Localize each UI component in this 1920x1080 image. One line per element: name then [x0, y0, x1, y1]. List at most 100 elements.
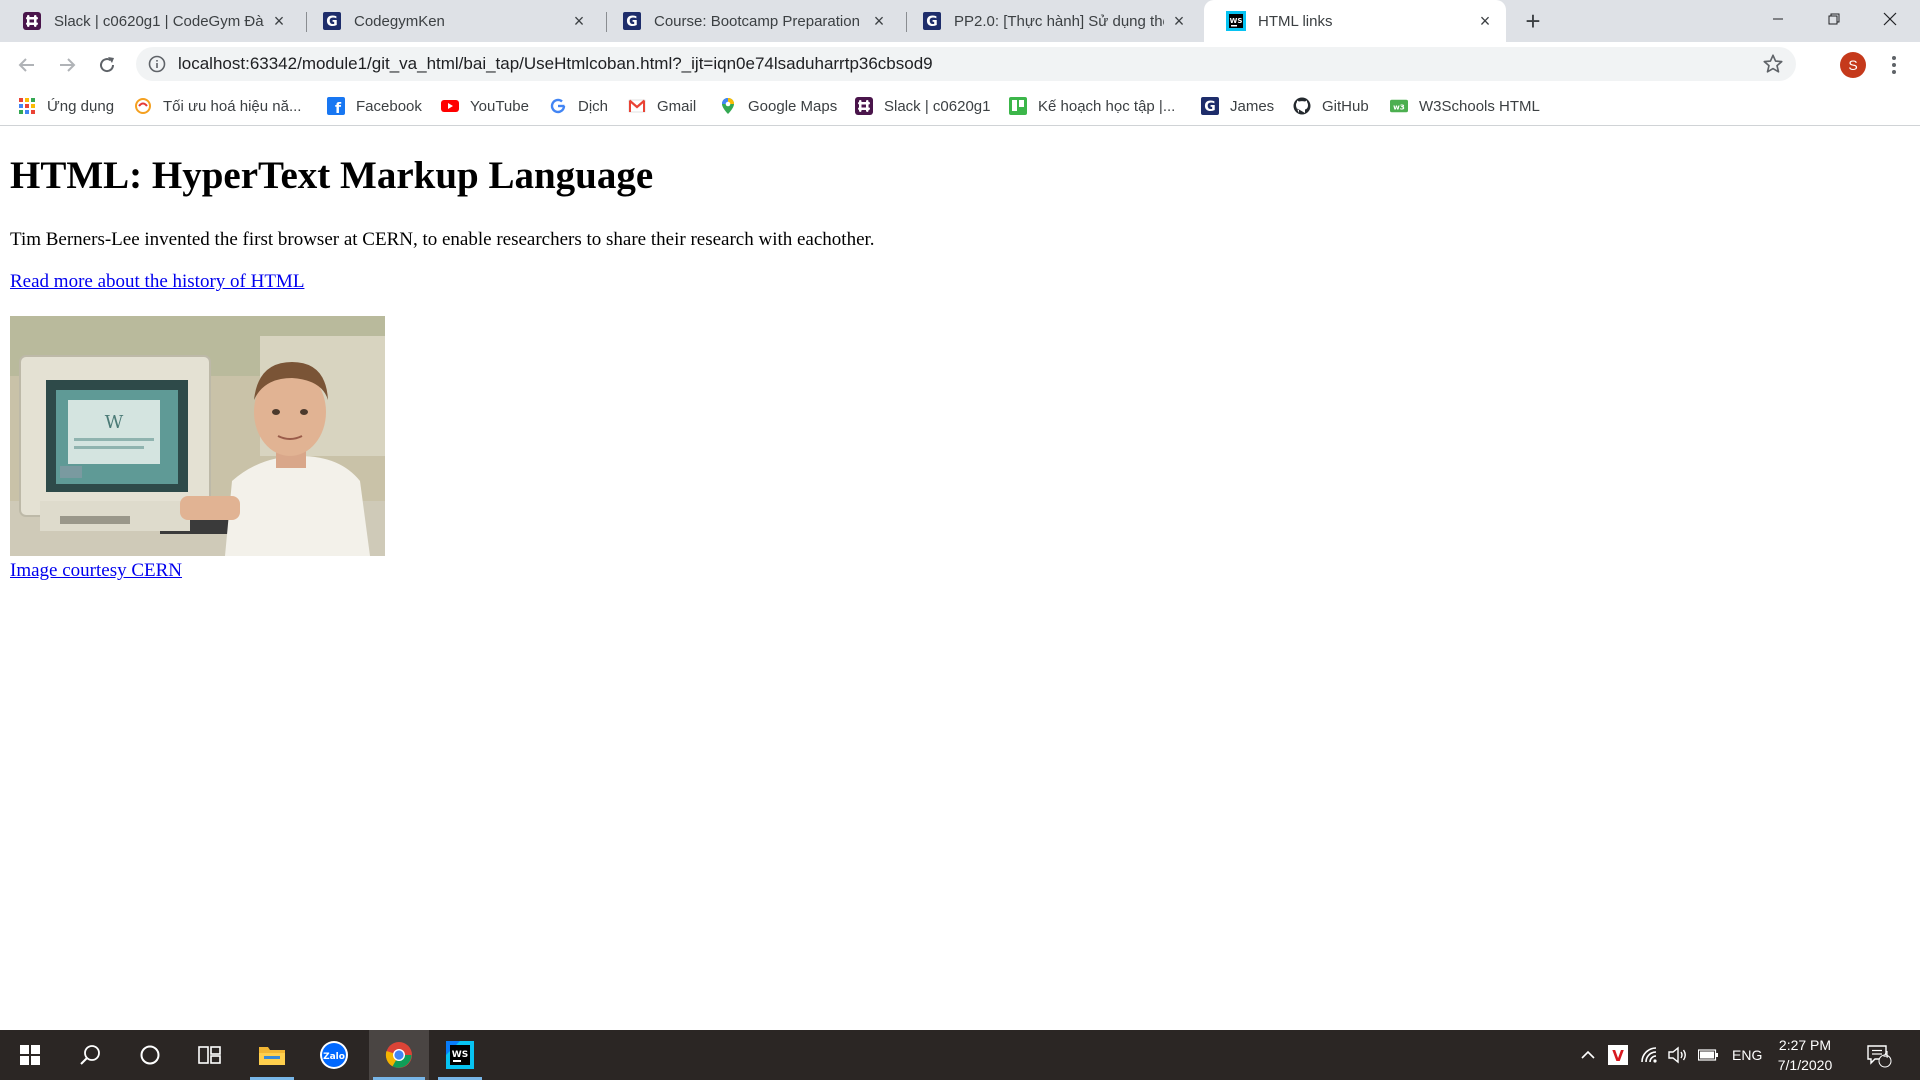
bookmark-icon — [134, 97, 152, 115]
bookmark-gmail[interactable]: Gmail — [628, 94, 696, 118]
close-icon[interactable]: × — [1476, 12, 1494, 30]
chevron-up-icon — [1581, 1050, 1595, 1059]
google-icon — [549, 97, 567, 115]
bookmark-label: Tối ưu hoá hiệu nă... — [163, 97, 302, 115]
address-bar[interactable]: localhost:63342/module1/git_va_html/bai_… — [136, 47, 1796, 81]
url-text[interactable]: localhost:63342/module1/git_va_html/bai_… — [178, 47, 933, 81]
page-heading: HTML: HyperText Markup Language — [10, 154, 654, 197]
facebook-icon: f — [327, 97, 345, 115]
forward-arrow-icon — [60, 58, 76, 72]
profile-avatar[interactable]: S — [1840, 52, 1866, 78]
tab-strip: Slack | c0620g1 | CodeGym Đà N × G Codeg… — [0, 0, 1920, 42]
bookmark-w3schools[interactable]: w3 W3Schools HTML — [1390, 94, 1540, 118]
svg-text:WS: WS — [452, 1050, 468, 1060]
system-clock[interactable]: 2:27 PM 7/1/2020 — [1770, 1035, 1840, 1075]
wifi-icon[interactable] — [1640, 1030, 1660, 1080]
close-icon[interactable]: × — [870, 12, 888, 30]
search-icon[interactable] — [62, 1030, 118, 1080]
svg-text:G: G — [926, 14, 938, 30]
tab-pp2[interactable]: G PP2.0: [Thực hành] Sử dụng thẻ H × — [900, 0, 1200, 42]
notification-count: 4 — [1883, 1050, 1889, 1061]
bookmark-label: GitHub — [1322, 97, 1369, 115]
close-icon — [1883, 12, 1897, 26]
bookmark-ke-hoach[interactable]: Kế hoạch học tập |... — [1009, 94, 1175, 118]
tab-course[interactable]: G Course: Bootcamp Preparation 2 × — [600, 0, 900, 42]
history-link[interactable]: Read more about the history of HTML — [10, 271, 304, 293]
close-icon[interactable]: × — [270, 12, 288, 30]
tab-title: Slack | c0620g1 | CodeGym Đà N — [54, 12, 264, 30]
battery-icon[interactable] — [1698, 1030, 1718, 1080]
bookmark-james[interactable]: G James — [1201, 94, 1274, 118]
minimize-button[interactable] — [1750, 0, 1806, 38]
bookmark-github[interactable]: GitHub — [1293, 94, 1369, 118]
svg-text:WS: WS — [1230, 17, 1243, 25]
clock-time: 2:27 PM — [1778, 1037, 1832, 1053]
tab-title: HTML links — [1258, 12, 1333, 30]
tab-title: PP2.0: [Thực hành] Sử dụng thẻ H — [954, 12, 1164, 30]
svg-text:w3: w3 — [1393, 103, 1405, 112]
tab-slack[interactable]: Slack | c0620g1 | CodeGym Đà N × — [0, 0, 300, 42]
show-hidden-icons-button[interactable] — [1580, 1030, 1596, 1080]
restore-icon — [1828, 13, 1840, 25]
close-icon[interactable]: × — [1170, 12, 1188, 30]
svg-text:Zalo: Zalo — [323, 1052, 345, 1062]
back-arrow-icon — [18, 58, 34, 72]
chrome-icon[interactable] — [369, 1030, 429, 1080]
slack-icon — [22, 11, 42, 31]
tab-html-links[interactable]: WS HTML links × — [1204, 0, 1506, 42]
back-button[interactable] — [12, 50, 42, 80]
bookmark-label: Facebook — [356, 97, 422, 115]
trello-icon — [1009, 97, 1027, 115]
cortana-icon[interactable] — [122, 1030, 178, 1080]
svg-text:G: G — [1204, 99, 1216, 115]
input-language[interactable]: ENG — [1732, 1030, 1762, 1080]
page-content: HTML: HyperText Markup Language Tim Bern… — [0, 127, 1920, 1030]
image-caption-link[interactable]: Image courtesy CERN — [10, 560, 182, 582]
svg-text:f: f — [335, 101, 342, 115]
svg-text:V: V — [1612, 1047, 1624, 1065]
bookmarks-bar: Ứng dụng Tối ưu hoá hiệu nă... f Faceboo… — [0, 86, 1920, 126]
tab-codegymken[interactable]: G CodegymKen × — [300, 0, 600, 42]
bookmark-google-maps[interactable]: Google Maps — [719, 94, 837, 118]
bookmark-facebook[interactable]: f Facebook — [327, 94, 422, 118]
slack-icon — [855, 97, 873, 115]
restore-button[interactable] — [1806, 0, 1862, 38]
codegym-icon: G — [322, 11, 342, 31]
task-view-icon[interactable] — [182, 1030, 238, 1080]
bookmark-label: W3Schools HTML — [1419, 97, 1540, 115]
webstorm-icon[interactable]: WS — [432, 1030, 488, 1080]
action-center-button[interactable]: 4 — [1866, 1030, 1892, 1080]
apps-grid-icon — [18, 97, 36, 115]
bookmark-dich[interactable]: Dịch — [549, 94, 608, 118]
bookmark-slack[interactable]: Slack | c0620g1 — [855, 94, 990, 118]
volume-icon[interactable] — [1668, 1030, 1688, 1080]
windows-start-icon[interactable] — [2, 1030, 58, 1080]
antivirus-tray-icon[interactable]: V — [1608, 1030, 1628, 1080]
bookmark-label: YouTube — [470, 97, 529, 115]
maps-pin-icon — [719, 97, 737, 115]
close-window-button[interactable] — [1862, 0, 1918, 38]
browser-menu-button[interactable] — [1884, 52, 1904, 78]
browser-toolbar: localhost:63342/module1/git_va_html/bai_… — [0, 42, 1920, 86]
youtube-icon — [441, 97, 459, 115]
bookmark-youtube[interactable]: YouTube — [441, 94, 529, 118]
reload-icon — [100, 57, 115, 73]
webstorm-icon: WS — [1226, 11, 1246, 31]
bookmark-apps[interactable]: Ứng dụng — [18, 94, 114, 118]
svg-text:W: W — [105, 412, 124, 433]
cern-photo: W — [10, 316, 385, 556]
github-icon — [1293, 97, 1311, 115]
bookmark-toi-uu[interactable]: Tối ưu hoá hiệu nă... — [134, 94, 301, 118]
new-tab-button[interactable]: + — [1518, 6, 1548, 36]
reload-button[interactable] — [92, 50, 122, 80]
forward-button[interactable] — [52, 50, 82, 80]
bookmark-label: Kế hoạch học tập |... — [1038, 97, 1176, 115]
close-icon[interactable]: × — [570, 12, 588, 30]
codegym-icon: G — [922, 11, 942, 31]
file-explorer-icon[interactable] — [244, 1030, 300, 1080]
zalo-icon[interactable]: Zalo — [306, 1030, 362, 1080]
windows-taskbar: Zalo WS V ENG 2:27 PM 7/1/2020 4 — [0, 1030, 1920, 1080]
bookmark-star-icon[interactable] — [1762, 53, 1784, 75]
info-icon[interactable] — [148, 55, 166, 73]
codegym-icon: G — [1201, 97, 1219, 115]
